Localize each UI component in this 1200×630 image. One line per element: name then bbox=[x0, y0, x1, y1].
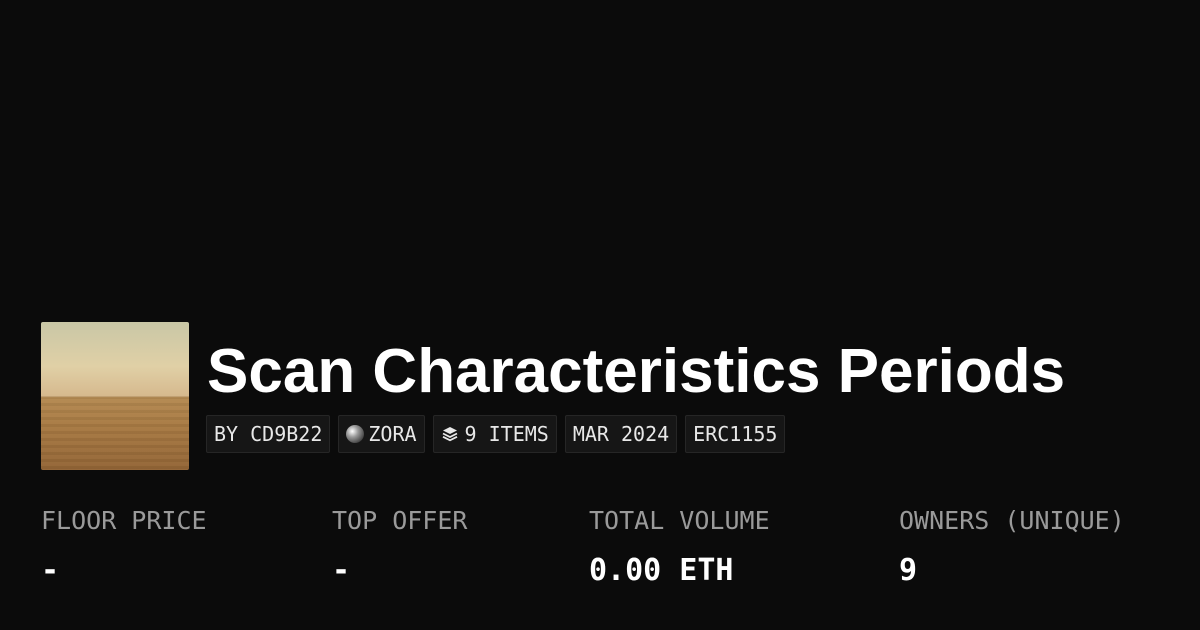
collection-title: Scan Characteristics Periods bbox=[207, 337, 1066, 406]
top-offer-label: TOP OFFER bbox=[332, 506, 468, 535]
chain-tag-label: ZORA bbox=[368, 422, 417, 446]
top-offer-value: - bbox=[332, 553, 351, 588]
zora-orb-icon bbox=[346, 425, 365, 443]
standard-tag: ERC1155 bbox=[685, 415, 786, 453]
date-tag: MAR 2024 bbox=[564, 415, 678, 453]
layers-icon bbox=[442, 427, 457, 442]
owners-value: 9 bbox=[899, 553, 918, 588]
creator-tag-label: BY CD9B22 bbox=[214, 422, 323, 446]
owners-label: OWNERS (UNIQUE) bbox=[899, 506, 1125, 535]
floor-price-value: - bbox=[41, 553, 60, 588]
desert-sand bbox=[41, 396, 189, 470]
standard-tag-label: ERC1155 bbox=[693, 422, 778, 446]
creator-tag[interactable]: BY CD9B22 bbox=[206, 415, 331, 453]
items-tag: 9 ITEMS bbox=[432, 415, 557, 453]
collection-tags: BY CD9B22 ZORA 9 ITEMS MAR 2024 ERC1155 bbox=[206, 415, 786, 453]
chain-tag[interactable]: ZORA bbox=[338, 415, 425, 453]
floor-price-label: FLOOR PRICE bbox=[41, 506, 207, 535]
items-tag-label: 9 ITEMS bbox=[464, 422, 549, 446]
total-volume-label: TOTAL VOLUME bbox=[589, 506, 770, 535]
collection-thumbnail bbox=[41, 322, 189, 470]
date-tag-label: MAR 2024 bbox=[572, 422, 670, 446]
total-volume-value: 0.00 ETH bbox=[589, 553, 734, 588]
